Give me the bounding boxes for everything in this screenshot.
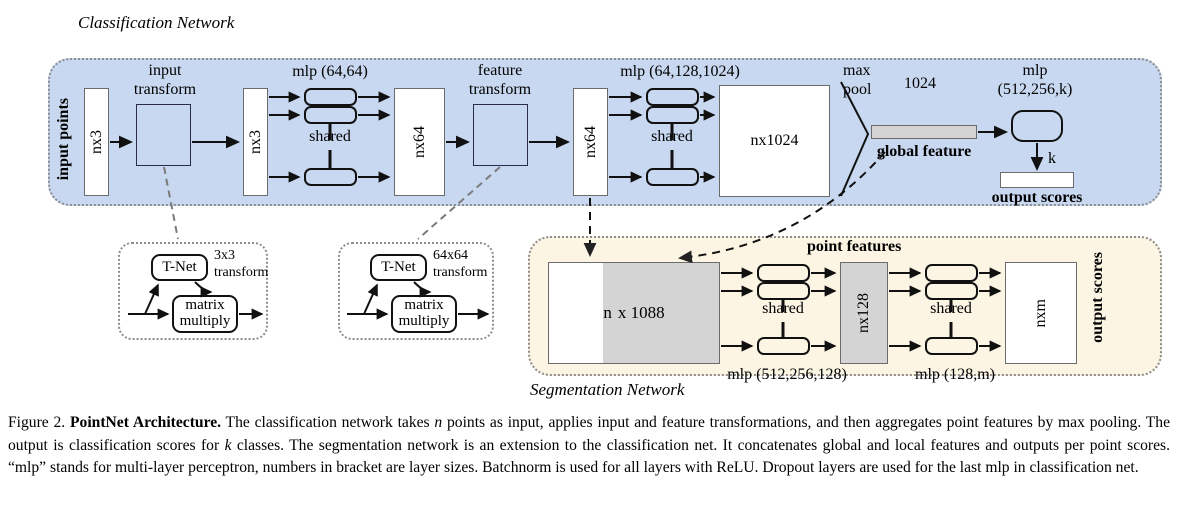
global-feature-bar — [871, 125, 977, 139]
tnet-input-transform-label-line1: 3x3 — [214, 248, 235, 263]
tensor-nx128-label: nx128 — [855, 293, 872, 333]
tensor-nx128: nx128 — [840, 262, 888, 364]
mlp-512-256-k-label-line2: (512,256,k) — [997, 81, 1073, 98]
tnet-feature-box-label: T-Net — [381, 258, 416, 275]
tensor-nx64-b-label: nx64 — [581, 126, 599, 158]
seg-mlp2-shared-label: shared — [930, 300, 972, 317]
mlp2-perceptron-top — [646, 88, 699, 106]
tnet-feature-transform-label-line1: 64x64 — [433, 248, 468, 263]
feature-transform-label-line1: feature — [477, 62, 523, 79]
tnet-input-transform-label-line2: transform — [214, 265, 269, 280]
seg-mlp2-perceptron-top — [925, 264, 978, 282]
pointnet-architecture-figure: Classification Network Segmentation Netw… — [0, 0, 1177, 523]
maxpool-label-line2: pool — [843, 81, 872, 98]
concat-block-label: n x 1088 — [549, 303, 719, 323]
input-tensor-nx3: nx3 — [84, 88, 109, 196]
input-tensor-nx3-label: nx3 — [87, 130, 105, 154]
concat-block-n-x-1088: n x 1088 — [548, 262, 720, 364]
tnet-input-matmul-line2: multiply — [179, 313, 231, 329]
caption-title: PointNet Architecture. — [70, 414, 222, 431]
tnet-feature-matmul-line1: matrix — [404, 297, 444, 314]
segmentation-output-scores-label: output scores — [1089, 252, 1106, 343]
tensor-nx64-a-label: nx64 — [410, 126, 428, 158]
mlp1-perceptron-top — [304, 88, 357, 106]
mlp-64-128-1024-label: mlp (64,128,1024) — [620, 63, 740, 80]
tnet-feature-matmul-box: matrix multiply — [391, 295, 457, 333]
classification-output-scores-label: output scores — [991, 189, 1083, 206]
global-feature-size-label: 1024 — [904, 75, 936, 92]
mlp1-perceptron-mid — [304, 106, 357, 124]
mlp1-perceptron-bottom — [304, 168, 357, 186]
point-features-label: point features — [807, 238, 902, 255]
seg-mlp1-perceptron-bottom — [757, 337, 810, 355]
tnet-input-matmul-line1: matrix — [185, 297, 225, 314]
seg-mlp2-perceptron-bottom — [925, 337, 978, 355]
mlp2-perceptron-bottom — [646, 168, 699, 186]
mlp2-shared-label: shared — [651, 128, 693, 145]
tensor-nxm-label: nxm — [1032, 298, 1049, 328]
tnet-feature-transform-label-line2: transform — [433, 265, 488, 280]
tnet-feature-matmul-line2: multiply — [398, 313, 450, 329]
tensor-nx1024-label: nx1024 — [750, 132, 799, 149]
seg-mlp2-perceptron-mid — [925, 282, 978, 300]
seg-mlp1-shared-label: shared — [762, 300, 804, 317]
tensor-nx1024: nx1024 — [719, 85, 830, 197]
tnet-input-box: T-Net — [151, 254, 208, 281]
classification-network-title: Classification Network — [78, 13, 235, 32]
mlp-512-256-k-label-line1: mlp — [1022, 62, 1048, 79]
seg-mlp-512-256-128-label: mlp (512,256,128) — [727, 366, 847, 383]
input-points-label: input points — [55, 98, 72, 181]
seg-mlp1-perceptron-mid — [757, 282, 810, 300]
mlp-64-64-label: mlp (64,64) — [292, 63, 368, 80]
feature-transform-label-line2: transform — [468, 81, 532, 98]
tnet-input-box-label: T-Net — [162, 258, 197, 275]
seg-mlp1-perceptron-top — [757, 264, 810, 282]
input-transform-label-line2: transform — [133, 81, 197, 98]
caption-body-1: The classification network takes — [221, 414, 435, 431]
concat-label-n: n — [603, 303, 612, 322]
mlp1-shared-label: shared — [309, 128, 351, 145]
tensor-nxm: nxm — [1005, 262, 1077, 364]
input-transform-box — [136, 104, 191, 166]
classification-mlp-head-box — [1011, 110, 1063, 142]
segmentation-network-title: Segmentation Network — [530, 380, 685, 399]
figure-caption: Figure 2. PointNet Architecture. The cla… — [8, 412, 1170, 480]
concat-label-rest: x 1088 — [617, 303, 665, 322]
tensor-nx3-post-transform: nx3 — [243, 88, 268, 196]
tnet-input-matmul-box: matrix multiply — [172, 295, 238, 333]
input-transform-label-line1: input — [148, 62, 182, 79]
caption-prefix: Figure 2. — [8, 414, 71, 431]
maxpool-label-line1: max — [843, 62, 871, 79]
global-feature-label: global feature — [876, 143, 972, 160]
tensor-nx64-b: nx64 — [573, 88, 608, 196]
k-arrow-label: k — [1048, 150, 1056, 167]
tensor-nx3-post-transform-label: nx3 — [246, 130, 264, 154]
mlp2-perceptron-mid — [646, 106, 699, 124]
tnet-feature-box: T-Net — [370, 254, 427, 281]
feature-transform-box — [473, 104, 528, 166]
classification-output-scores-bar — [1000, 172, 1074, 188]
seg-mlp-128-m-label: mlp (128,m) — [915, 366, 995, 383]
tensor-nx64-a: nx64 — [394, 88, 445, 196]
